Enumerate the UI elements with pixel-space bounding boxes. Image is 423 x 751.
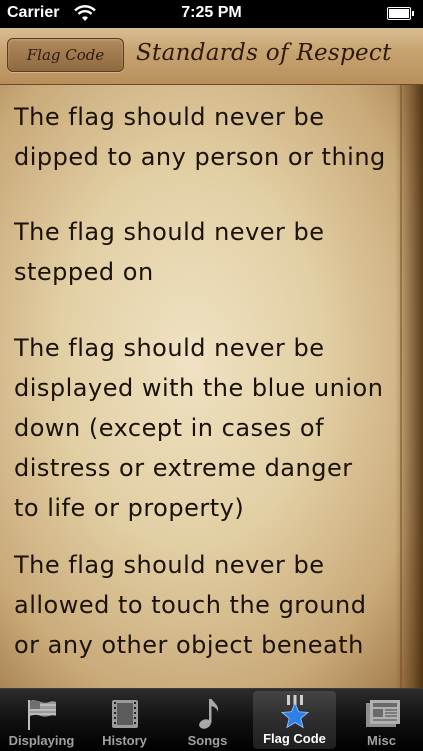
music-note-icon — [198, 699, 218, 729]
tab-history[interactable]: History — [83, 689, 166, 751]
tab-displaying[interactable]: Displaying — [0, 689, 83, 751]
clock-time: 7:25 PM — [181, 4, 242, 21]
rule-item: The flag should never be dipped to any p… — [14, 103, 386, 171]
flag-icon — [27, 700, 56, 730]
rule-item: The flag should never be displayed with … — [14, 334, 384, 522]
star-icon — [280, 695, 309, 729]
newspaper-icon — [365, 700, 400, 727]
tab-bar: Displaying History Songs Flag Code Misc — [0, 688, 423, 751]
tab-misc[interactable]: Misc — [340, 689, 423, 751]
status-bar: Carrier 7:25 PM — [0, 0, 423, 28]
rule-item: The flag should never be allowed to touc… — [14, 551, 367, 659]
navigation-bar: Flag Code Standards of Respect — [0, 28, 423, 85]
battery-icon — [387, 7, 414, 20]
film-icon — [111, 700, 138, 728]
tab-flag-code[interactable]: Flag Code — [253, 691, 336, 749]
page-title: Standards of Respect — [136, 40, 392, 66]
back-button-flag-code[interactable]: Flag Code — [7, 38, 124, 72]
rule-item: The flag should never be stepped on — [14, 218, 325, 286]
rules-content[interactable]: The flag should never be dipped to any p… — [0, 85, 423, 688]
tab-songs[interactable]: Songs — [166, 689, 249, 751]
